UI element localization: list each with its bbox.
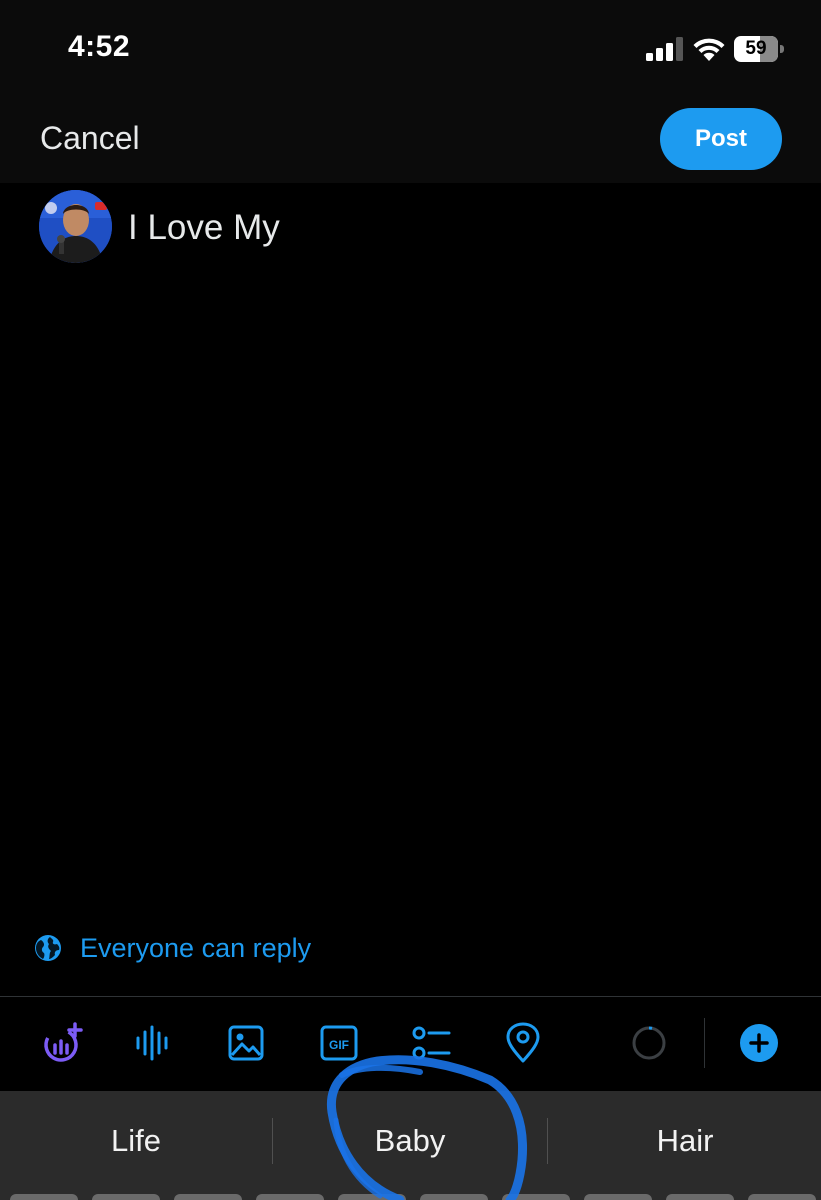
gif-icon: GIF [320, 1025, 358, 1061]
toolbar-separator [704, 1018, 705, 1068]
battery-icon: 59 [734, 36, 778, 62]
keyboard-key[interactable] [10, 1194, 78, 1200]
compose-screen: 4:52 59 Cancel Post I Love My Everyone c… [0, 0, 821, 1200]
keyboard-key[interactable] [584, 1194, 652, 1200]
reply-setting-label: Everyone can reply [80, 932, 312, 963]
keyboard-key[interactable] [92, 1194, 160, 1200]
toolbar-divider [0, 996, 821, 997]
voice-wave-icon[interactable] [132, 1022, 174, 1064]
suggestion-divider [272, 1118, 273, 1164]
location-pin-icon[interactable] [502, 1022, 544, 1064]
compose-text-input[interactable]: I Love My [128, 208, 280, 248]
wifi-icon [693, 38, 725, 61]
poll-icon[interactable] [410, 1022, 452, 1064]
status-time: 4:52 [68, 30, 131, 63]
suggestion-item[interactable]: Baby [274, 1091, 546, 1191]
keyboard-key[interactable] [256, 1194, 324, 1200]
character-counter-icon [632, 1026, 666, 1060]
cellular-signal-icon [646, 37, 683, 61]
globe-icon [35, 935, 61, 961]
image-icon[interactable] [225, 1022, 267, 1064]
keyboard-key[interactable] [174, 1194, 242, 1200]
gif-button[interactable]: GIF [318, 1022, 360, 1064]
add-thread-button[interactable] [740, 1024, 778, 1062]
keyboard-key[interactable] [338, 1194, 406, 1200]
suggestion-item[interactable]: Hair [549, 1091, 821, 1191]
status-bar: 4:52 59 [0, 0, 821, 100]
gif-label: GIF [329, 1038, 349, 1052]
suggestion-divider [547, 1118, 548, 1164]
avatar[interactable] [39, 190, 112, 263]
battery-indicator: 59 [734, 36, 784, 62]
compose-header: Cancel Post [0, 100, 821, 183]
add-thread-icon [749, 1033, 769, 1053]
post-button[interactable]: Post [660, 108, 782, 170]
reply-setting-button[interactable]: Everyone can reply [34, 928, 311, 968]
keyboard-key[interactable] [420, 1194, 488, 1200]
keyboard-key[interactable] [666, 1194, 734, 1200]
keyboard-key[interactable] [748, 1194, 816, 1200]
keyboard-key[interactable] [502, 1194, 570, 1200]
grok-icon[interactable] [41, 1022, 83, 1064]
cancel-button[interactable]: Cancel [40, 120, 140, 157]
battery-level: 59 [745, 38, 767, 59]
keyboard-suggestions-bar: Life Baby Hair [0, 1091, 821, 1200]
suggestion-item[interactable]: Life [0, 1091, 272, 1191]
avatar-image [39, 190, 112, 263]
